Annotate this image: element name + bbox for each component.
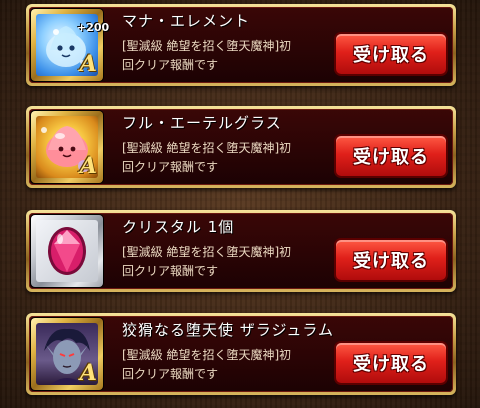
reward-description: [聖滅級 絶望を招く堕天魔神]初 回クリア報酬です — [122, 39, 292, 72]
reward-thumbnail: +200 A — [31, 9, 109, 81]
reward-description: [聖滅級 絶望を招く堕天魔神]初 回クリア報酬です — [122, 245, 292, 278]
reward-card-crystal: クリスタル 1個 [聖滅級 絶望を招く堕天魔神]初 回クリア報酬です 受け取る — [26, 210, 456, 292]
plus-badge: +200 — [77, 21, 110, 34]
receive-button[interactable]: 受け取る — [336, 240, 446, 280]
reward-name: 狡猾なる堕天使 ザラジュラム — [122, 321, 334, 339]
reward-description: [聖滅級 絶望を招く堕天魔神]初 回クリア報酬です — [122, 141, 292, 174]
rank-a-icon: A — [79, 360, 97, 386]
reward-thumbnail: A — [31, 111, 103, 183]
crystal-gem-icon — [36, 220, 98, 282]
reward-card-fallen-angel: A 狡猾なる堕天使 ザラジュラム [聖滅級 絶望を招く堕天魔神]初 回クリア報酬… — [26, 313, 456, 395]
reward-card-mana-element: +200 A マナ・エレメント [聖滅級 絶望を招く堕天魔神]初 回クリア報酬で… — [26, 4, 456, 86]
reward-thumbnail — [31, 215, 103, 287]
reward-name: フル・エーテルグラス — [122, 114, 282, 132]
reward-description: [聖滅級 絶望を招く堕天魔神]初 回クリア報酬です — [122, 348, 292, 381]
reward-name: マナ・エレメント — [122, 12, 251, 30]
rank-a-icon: A — [79, 51, 97, 77]
receive-button[interactable]: 受け取る — [336, 343, 446, 383]
rank-a-icon: A — [79, 153, 97, 179]
receive-button[interactable]: 受け取る — [336, 34, 446, 74]
reward-card-full-ether-glass: A フル・エーテルグラス [聖滅級 絶望を招く堕天魔神]初 回クリア報酬です 受… — [26, 106, 456, 188]
reward-thumbnail: A — [31, 318, 103, 390]
reward-name: クリスタル 1個 — [122, 218, 235, 236]
receive-button[interactable]: 受け取る — [336, 136, 446, 176]
